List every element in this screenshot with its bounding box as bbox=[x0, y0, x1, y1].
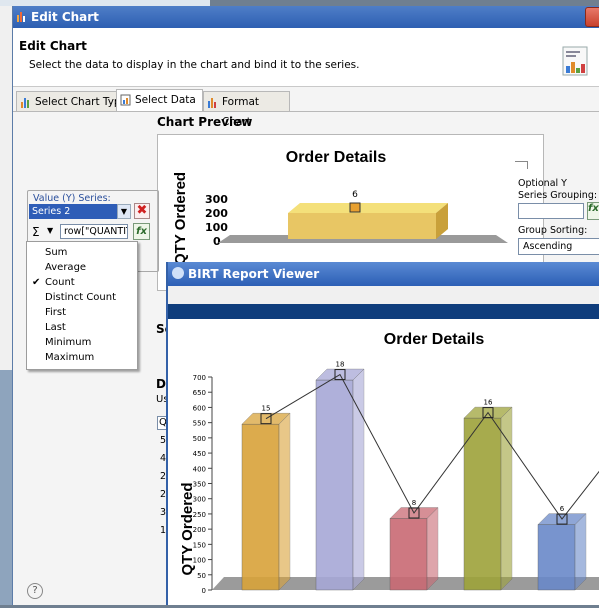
y-tick-label: 350 bbox=[193, 481, 206, 489]
chevron-down-icon[interactable]: ▼ bbox=[117, 204, 131, 219]
data-icon bbox=[120, 94, 131, 106]
y-tick-label: 300 bbox=[193, 496, 206, 504]
chart-preview-label: Chart Preview bbox=[157, 115, 253, 129]
viewer-toolbar bbox=[168, 286, 599, 304]
birt-icon bbox=[172, 267, 184, 279]
data-label: 8 bbox=[412, 499, 416, 507]
bar bbox=[241, 423, 280, 591]
preview-bar-marker bbox=[349, 202, 361, 213]
close-button[interactable] bbox=[585, 7, 599, 27]
menu-item-last[interactable]: Last bbox=[45, 322, 66, 333]
y-tick-label: 400 bbox=[193, 465, 206, 473]
report-header-band bbox=[168, 304, 599, 319]
tab-label: Select Chart Type bbox=[35, 96, 128, 108]
preview-tick: 300 bbox=[205, 193, 228, 206]
grouping-bracket bbox=[515, 161, 528, 169]
preview-tick: 100 bbox=[205, 221, 228, 234]
aggregate-icon[interactable]: Σ bbox=[32, 225, 40, 239]
birt-title-bar: BIRT Report Viewer bbox=[168, 262, 599, 286]
data-label: 6 bbox=[560, 505, 565, 513]
y-tick-label: 100 bbox=[193, 557, 206, 565]
tab-divider bbox=[13, 111, 599, 112]
menu-item-average[interactable]: Average bbox=[45, 262, 86, 273]
check-icon: ✔ bbox=[32, 277, 41, 288]
menu-item-sum[interactable]: Sum bbox=[45, 247, 67, 258]
expression-fx-button[interactable]: fx bbox=[133, 223, 150, 240]
background-panel bbox=[0, 370, 12, 605]
preview-chart-title: Order Details bbox=[286, 149, 387, 166]
aggregate-menu: Sum Average ✔ Count Distinct Count First… bbox=[26, 241, 138, 370]
report-chart-svg: Order Details QTY Ordered 05010015020025… bbox=[179, 331, 599, 595]
wizard-header: Edit Chart Select the data to display in… bbox=[13, 28, 599, 87]
chart-type-icon bbox=[21, 98, 29, 108]
y-tick-label: 500 bbox=[193, 435, 206, 443]
wizard-heading: Edit Chart bbox=[19, 39, 87, 53]
group-sorting-select[interactable]: Ascending bbox=[518, 238, 599, 255]
preview-bar-top bbox=[288, 203, 448, 213]
grouping-input[interactable] bbox=[518, 203, 584, 219]
y-tick-label: 250 bbox=[193, 511, 206, 519]
y-tick-label: 50 bbox=[197, 572, 206, 580]
value-series-label: Value (Y) Series: bbox=[31, 193, 113, 204]
title-bar: Edit Chart bbox=[13, 6, 599, 28]
bar-side bbox=[426, 507, 439, 591]
bar-side bbox=[278, 412, 291, 591]
tab-bar: Select Chart Type Select Data Format Cha… bbox=[13, 86, 599, 128]
menu-item-first[interactable]: First bbox=[45, 307, 66, 318]
series-select[interactable]: Series 2 bbox=[29, 204, 117, 219]
format-chart-icon bbox=[208, 98, 216, 108]
menu-item-minimum[interactable]: Minimum bbox=[45, 337, 91, 348]
birt-report-viewer-window: BIRT Report Viewer Order Details QTY Ord… bbox=[166, 262, 599, 605]
tab-format-chart[interactable]: Format Chart bbox=[203, 91, 290, 128]
chart-title: Order Details bbox=[384, 331, 485, 348]
bar bbox=[463, 417, 502, 591]
y-tick-label: 450 bbox=[193, 450, 206, 458]
report-chart: Order Details QTY Ordered 0 50 100 150 200 25… bbox=[168, 319, 599, 605]
preview-y-axis-label: QTY Ordered bbox=[172, 172, 189, 265]
preview-tick: 200 bbox=[205, 207, 228, 220]
group-sorting-label: Group Sorting: bbox=[518, 225, 588, 236]
data-label: 18 bbox=[336, 361, 345, 369]
tab-select-data[interactable]: Select Data bbox=[116, 89, 203, 112]
data-label: 16 bbox=[484, 399, 493, 407]
y-tick-label: 150 bbox=[193, 541, 206, 549]
y-tick-label: 0 bbox=[202, 587, 206, 595]
bar bbox=[315, 379, 354, 591]
y-tick-label: 650 bbox=[193, 389, 206, 397]
y-tick-label: 600 bbox=[193, 404, 206, 412]
grouping-fx-button[interactable]: fx bbox=[587, 202, 599, 220]
wizard-subtitle: Select the data to display in the chart … bbox=[29, 59, 360, 71]
chart-icon bbox=[17, 12, 25, 22]
menu-item-maximum[interactable]: Maximum bbox=[45, 352, 94, 363]
preview-bar-front bbox=[288, 213, 436, 239]
preview-tick: 0 bbox=[213, 235, 221, 248]
bar bbox=[389, 518, 428, 591]
window-title: Edit Chart bbox=[31, 10, 99, 24]
aggregate-dropdown-icon[interactable]: ▼ bbox=[47, 226, 53, 235]
y-tick-label: 700 bbox=[193, 374, 206, 382]
data-label: 15 bbox=[262, 405, 271, 413]
help-icon[interactable]: ? bbox=[27, 583, 43, 599]
menu-item-count[interactable]: Count bbox=[45, 277, 75, 288]
birt-window-title: BIRT Report Viewer bbox=[188, 267, 320, 281]
optional-grouping-label: Optional Y Series Grouping: bbox=[518, 178, 598, 201]
y-tick-label: 200 bbox=[193, 526, 206, 534]
tab-label: Select Data bbox=[135, 94, 196, 106]
chart-document-icon bbox=[562, 46, 588, 76]
bar-side bbox=[574, 513, 587, 591]
bar bbox=[537, 524, 576, 591]
expression-input[interactable]: row["QUANTIT bbox=[60, 224, 128, 239]
y-tick-label: 550 bbox=[193, 420, 206, 428]
preview-bar-label: 6 bbox=[352, 190, 358, 200]
delete-series-icon[interactable]: ✖ bbox=[134, 203, 150, 219]
menu-item-distinct-count[interactable]: Distinct Count bbox=[45, 292, 116, 303]
